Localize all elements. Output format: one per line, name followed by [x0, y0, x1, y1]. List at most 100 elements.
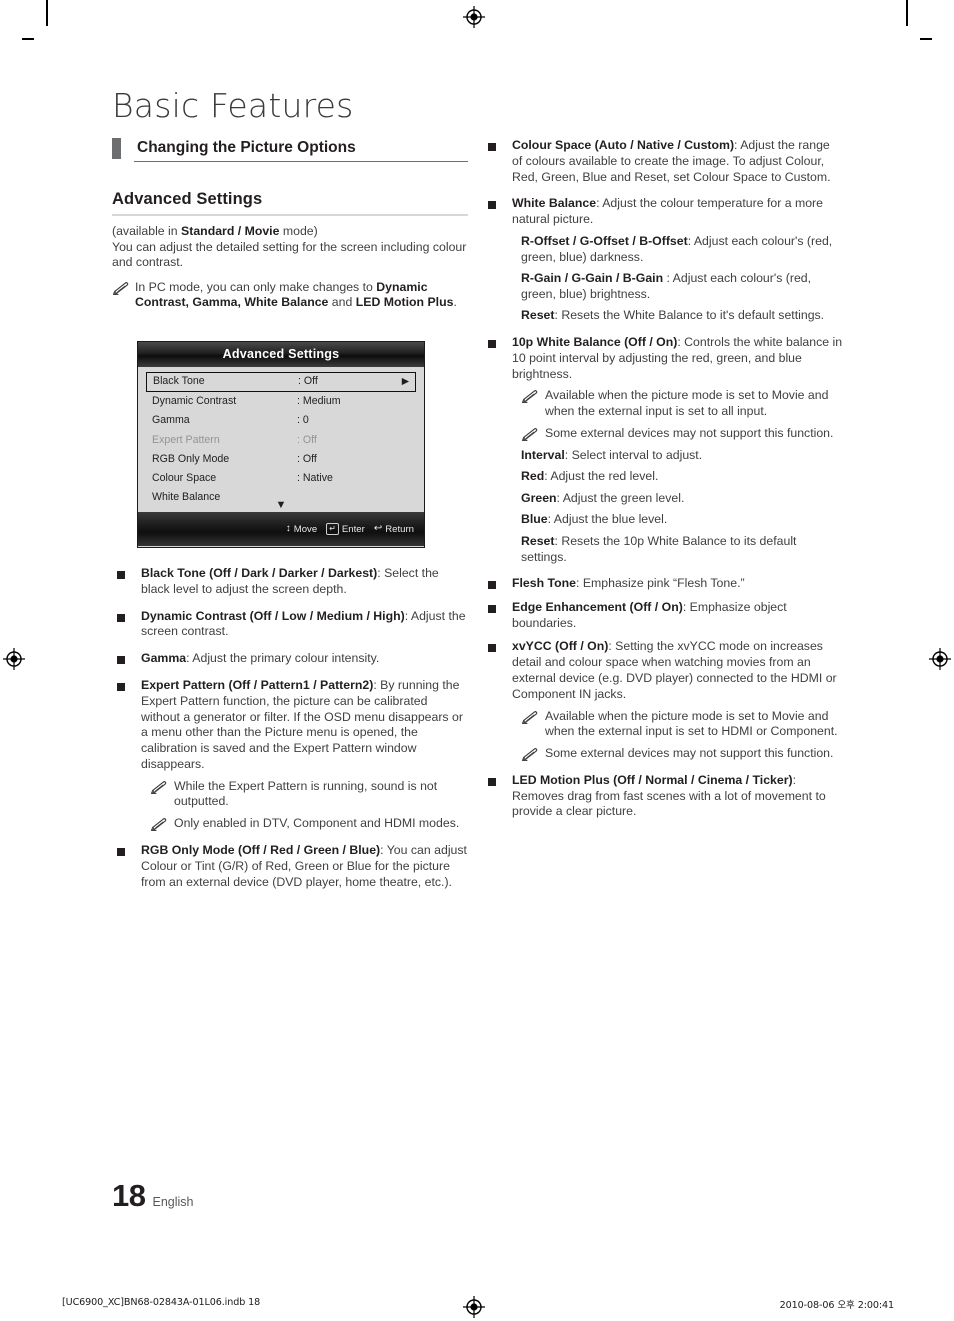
- osd-row-label: Colour Space: [152, 472, 217, 485]
- osd-row-gamma[interactable]: Gamma : 0: [146, 411, 416, 430]
- intro-bold-modes: Standard / Movie: [181, 224, 280, 238]
- bullet-xvycc: xvYCC (Off / On): Setting the xvYCC mode…: [483, 639, 843, 761]
- osd-row-label: Expert Pattern: [152, 433, 220, 446]
- osd-row-colour-space[interactable]: Colour Space : Native: [146, 469, 416, 488]
- note-xvycc-movie-mode: Available when the picture mode is set t…: [512, 709, 843, 740]
- osd-body: Black Tone : Off ▶ Dynamic Contrast : Me…: [138, 367, 424, 512]
- bullet-dynamic-contrast: Dynamic Contrast (Off / Low / Medium / H…: [112, 609, 468, 641]
- left-column: Advanced Settings (available in Standard…: [112, 190, 468, 311]
- def-text: : Resets the White Balance to it's defau…: [554, 308, 825, 323]
- scroll-down-icon[interactable]: ▼: [138, 500, 424, 511]
- note-pc-pre: In PC mode, you can only make changes to: [135, 279, 377, 294]
- pencil-note-icon: [112, 281, 129, 296]
- def-text: : Adjust the red level.: [544, 469, 659, 484]
- osd-row-dynamic-contrast[interactable]: Dynamic Contrast : Medium: [146, 392, 416, 411]
- def-reset-10p: Reset: Resets the 10p White Balance to i…: [512, 534, 843, 565]
- osd-row-value: : 0: [297, 414, 309, 427]
- bullet-expert-pattern: Expert Pattern (Off / Pattern1 / Pattern…: [112, 678, 468, 832]
- bullet-edge-enhancement: Edge Enhancement (Off / On): Emphasize o…: [483, 600, 843, 632]
- def-offsets: R-Offset / G-Offset / B-Offset: Adjust e…: [512, 234, 843, 265]
- def-term: Red: [521, 469, 545, 484]
- intro-paragraph: (available in Standard / Movie mode) You…: [112, 224, 468, 271]
- note-text: Only enabled in DTV, Component and HDMI …: [174, 815, 460, 830]
- note-text: Available when the picture mode is set t…: [545, 708, 838, 739]
- def-term: Reset: [521, 308, 555, 323]
- def-reset-wb: Reset: Resets the White Balance to it's …: [512, 308, 843, 324]
- sub-heading-advanced-settings: Advanced Settings: [112, 190, 263, 208]
- bullet-flesh-tone: Flesh Tone: Emphasize pink “Flesh Tone.”: [483, 576, 843, 592]
- osd-row-label: Dynamic Contrast: [152, 395, 237, 407]
- def-term: Green: [521, 490, 557, 505]
- osd-row-value: : Medium: [297, 395, 341, 407]
- def-blue: Blue: Adjust the blue level.: [512, 512, 843, 528]
- def-text: : Resets the 10p White Balance to its de…: [521, 533, 797, 564]
- right-bullet-list: Colour Space (Auto / Native / Custom): A…: [483, 138, 843, 820]
- bullet-body: : Emphasize pink “Flesh Tone.”: [576, 576, 745, 591]
- crop-mark-top-right-v: [906, 0, 908, 26]
- bullet-title: LED Motion Plus (Off / Normal / Cinema /…: [512, 772, 793, 787]
- left-bullet-list: Black Tone (Off / Dark / Darker / Darkes…: [112, 566, 468, 890]
- note-pc-mode-text: In PC mode, you can only make changes to…: [135, 280, 468, 311]
- bullet-title: Gamma: [141, 651, 187, 666]
- crop-mark-top-left-v: [46, 0, 48, 26]
- page-language: English: [152, 1195, 194, 1209]
- note-pc-mode: In PC mode, you can only make changes to…: [112, 280, 468, 311]
- osd-row-value: : Native: [297, 472, 333, 485]
- hint-enter: ↵ Enter: [326, 523, 365, 535]
- hint-enter-label: Enter: [341, 523, 365, 535]
- note-text: Some external devices may not support th…: [545, 745, 834, 760]
- bullet-title: RGB Only Mode (Off / Red / Green / Blue): [141, 842, 381, 857]
- bullet-gamma: Gamma: Adjust the primary colour intensi…: [112, 651, 468, 667]
- crop-mark-top-left-h: [22, 38, 34, 40]
- intro-line2: You can adjust the detailed setting for …: [112, 239, 467, 270]
- bullet-body: : Adjust the primary colour intensity.: [186, 651, 380, 666]
- hint-return: ↩ Return: [374, 524, 414, 535]
- registration-mark-bottom: [463, 1296, 485, 1318]
- osd-row-rgb-only-mode[interactable]: RGB Only Mode : Off: [146, 450, 416, 469]
- chapter-title: Basic Features: [112, 86, 354, 125]
- note-10p-external-devices: Some external devices may not support th…: [512, 426, 843, 442]
- bullet-colour-space: Colour Space (Auto / Native / Custom): A…: [483, 138, 843, 185]
- crop-mark-top-right-h: [920, 38, 932, 40]
- osd-row-label: RGB Only Mode: [152, 452, 230, 465]
- hint-move: ↕ Move: [286, 524, 317, 535]
- note-text: Some external devices may not support th…: [545, 425, 834, 440]
- osd-row-black-tone[interactable]: Black Tone : Off ▶: [146, 372, 416, 392]
- pencil-note-icon: [521, 748, 538, 762]
- section-header: Changing the Picture Options: [112, 138, 468, 162]
- section-header-label: Changing the Picture Options: [137, 139, 356, 156]
- osd-row-label: Gamma: [152, 414, 190, 427]
- page-number-block: 18 English: [112, 1178, 193, 1214]
- note-10p-movie-mode: Available when the picture mode is set t…: [512, 388, 843, 419]
- def-green: Green: Adjust the green level.: [512, 491, 843, 507]
- bullet-title: Black Tone (Off / Dark / Darker / Darkes…: [141, 566, 378, 580]
- section-marker-bar: [112, 138, 121, 159]
- return-arrow-icon: ↩: [373, 523, 383, 534]
- note-text: Available when the picture mode is set t…: [545, 388, 829, 418]
- bullet-black-tone: Black Tone (Off / Dark / Darker / Darkes…: [112, 566, 468, 598]
- pencil-note-icon: [521, 427, 538, 442]
- note-expert-pattern-modes: Only enabled in DTV, Component and HDMI …: [141, 816, 468, 832]
- bullet-title: Expert Pattern (Off / Pattern1 / Pattern…: [141, 677, 374, 692]
- sub-heading-rule: [112, 214, 468, 216]
- hint-return-label: Return: [385, 523, 414, 535]
- bullet-title: Edge Enhancement (Off / On): [512, 599, 683, 614]
- pencil-note-icon: [521, 390, 538, 404]
- pencil-note-icon: [150, 780, 167, 795]
- def-term: Interval: [521, 447, 565, 462]
- note-pc-bold2: LED Motion Plus: [355, 295, 454, 310]
- bullet-10p-white-balance: 10p White Balance (Off / On): Controls t…: [483, 335, 843, 565]
- bullet-rgb-only-mode: RGB Only Mode (Off / Red / Green / Blue)…: [112, 843, 468, 890]
- def-interval: Interval: Select interval to adjust.: [512, 448, 843, 464]
- up-down-arrow-icon: ↕: [285, 523, 291, 534]
- def-red: Red: Adjust the red level.: [512, 469, 843, 485]
- note-text: While the Expert Pattern is running, sou…: [174, 778, 438, 809]
- def-text: : Adjust the green level.: [556, 490, 685, 505]
- def-term: Blue: [521, 512, 548, 527]
- def-text: : Select interval to adjust.: [564, 447, 703, 462]
- bullet-led-motion-plus: LED Motion Plus (Off / Normal / Cinema /…: [483, 773, 843, 820]
- osd-row-value: : Off: [298, 375, 318, 387]
- def-term: R-Gain / G-Gain / B-Gain: [521, 271, 664, 286]
- bullet-title: White Balance: [512, 196, 597, 211]
- def-term: Reset: [521, 533, 555, 548]
